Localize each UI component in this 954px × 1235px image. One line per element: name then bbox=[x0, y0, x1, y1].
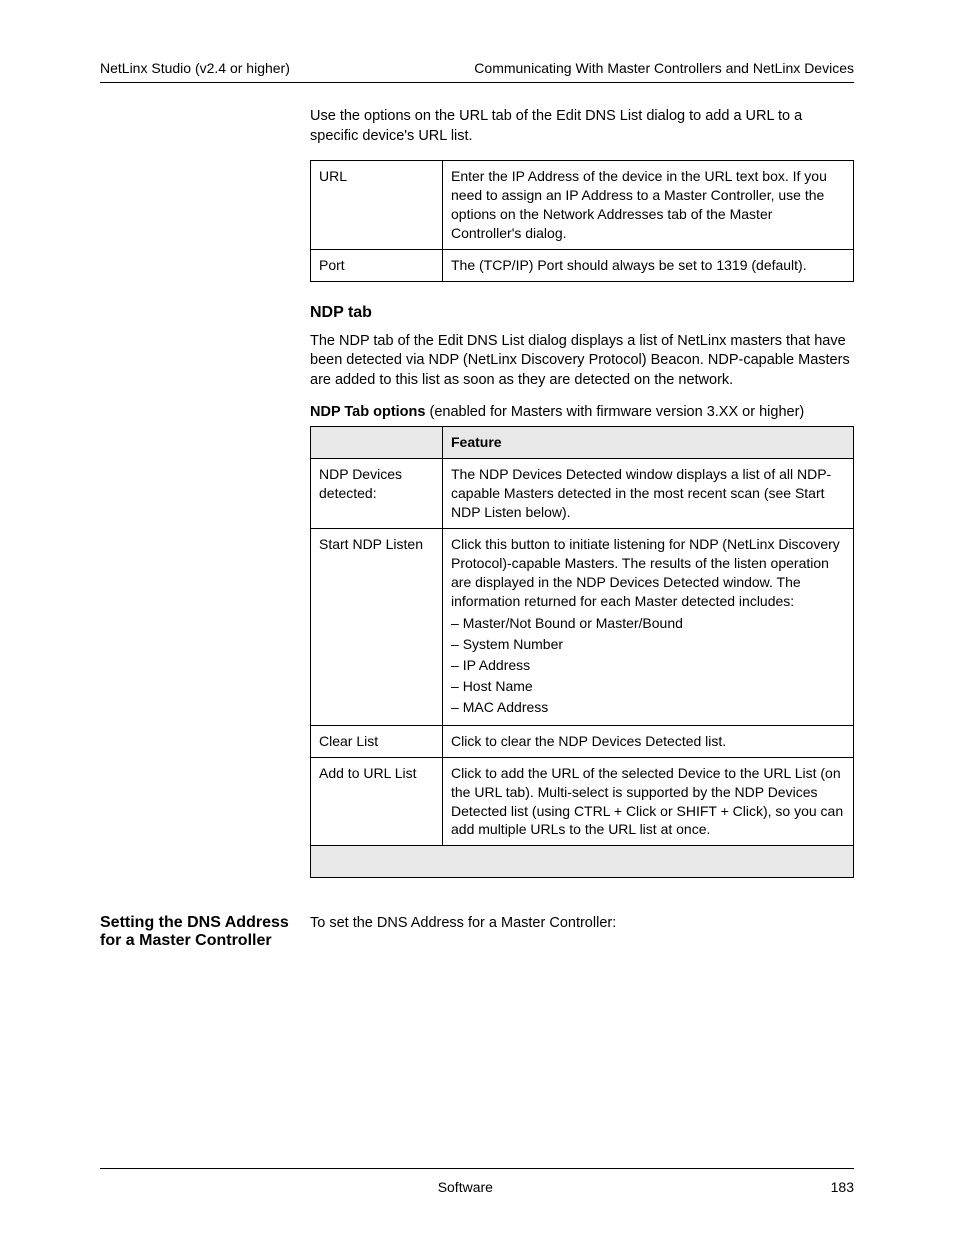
field-description: Click to add the URL of the selected Dev… bbox=[443, 757, 854, 846]
header-section: Communicating With Master Controllers an… bbox=[474, 60, 854, 76]
table-spacer bbox=[311, 846, 854, 878]
table-row bbox=[311, 846, 854, 878]
page-header: NetLinx Studio (v2.4 or higher) Communic… bbox=[100, 60, 854, 83]
header-product: NetLinx Studio (v2.4 or higher) bbox=[100, 60, 290, 76]
field-label: NDP Devices detected: bbox=[311, 459, 443, 529]
table-row: Port The (TCP/IP) Port should always be … bbox=[311, 249, 854, 281]
ndp-table-caption: NDP Tab options (enabled for Masters wit… bbox=[310, 404, 854, 420]
footer-center: Software bbox=[100, 1179, 831, 1195]
list-item: IP Address bbox=[451, 656, 845, 675]
field-description: Click this button to initiate listening … bbox=[443, 528, 854, 725]
table-row: Clear List Click to clear the NDP Device… bbox=[311, 725, 854, 757]
list-item: Host Name bbox=[451, 677, 845, 696]
page-footer: Software 183 bbox=[100, 1168, 854, 1195]
field-description: The NDP Devices Detected window displays… bbox=[443, 459, 854, 529]
list-item: System Number bbox=[451, 635, 845, 654]
url-tab-options-table: URL Enter the IP Address of the device i… bbox=[310, 160, 854, 281]
list-item: MAC Address bbox=[451, 698, 845, 717]
table-row: Add to URL List Click to add the URL of … bbox=[311, 757, 854, 846]
field-label: Port bbox=[311, 249, 443, 281]
ndp-options-table: Feature NDP Devices detected: The NDP De… bbox=[310, 426, 854, 878]
field-label: Clear List bbox=[311, 725, 443, 757]
column-header bbox=[311, 427, 443, 459]
table-row: NDP Devices detected: The NDP Devices De… bbox=[311, 459, 854, 529]
field-description: Click to clear the NDP Devices Detected … bbox=[443, 725, 854, 757]
field-label: Add to URL List bbox=[311, 757, 443, 846]
ndp-tab-heading: NDP tab bbox=[310, 304, 854, 322]
dns-address-leadin: To set the DNS Address for a Master Cont… bbox=[310, 914, 854, 934]
intro-paragraph: Use the options on the URL tab of the Ed… bbox=[310, 107, 854, 146]
ndp-tab-paragraph: The NDP tab of the Edit DNS List dialog … bbox=[310, 332, 854, 391]
column-header: Feature bbox=[443, 427, 854, 459]
footer-page-number: 183 bbox=[831, 1179, 854, 1195]
field-label: Start NDP Listen bbox=[311, 528, 443, 725]
field-description: The (TCP/IP) Port should always be set t… bbox=[443, 249, 854, 281]
ndp-results-list: Master/Not Bound or Master/Bound System … bbox=[451, 614, 845, 716]
dns-address-heading: Setting the DNS Address for a Master Con… bbox=[100, 914, 310, 950]
field-description: Enter the IP Address of the device in th… bbox=[443, 161, 854, 250]
list-item: Master/Not Bound or Master/Bound bbox=[451, 614, 845, 633]
table-row: URL Enter the IP Address of the device i… bbox=[311, 161, 854, 250]
table-row: Start NDP Listen Click this button to in… bbox=[311, 528, 854, 725]
field-label: URL bbox=[311, 161, 443, 250]
